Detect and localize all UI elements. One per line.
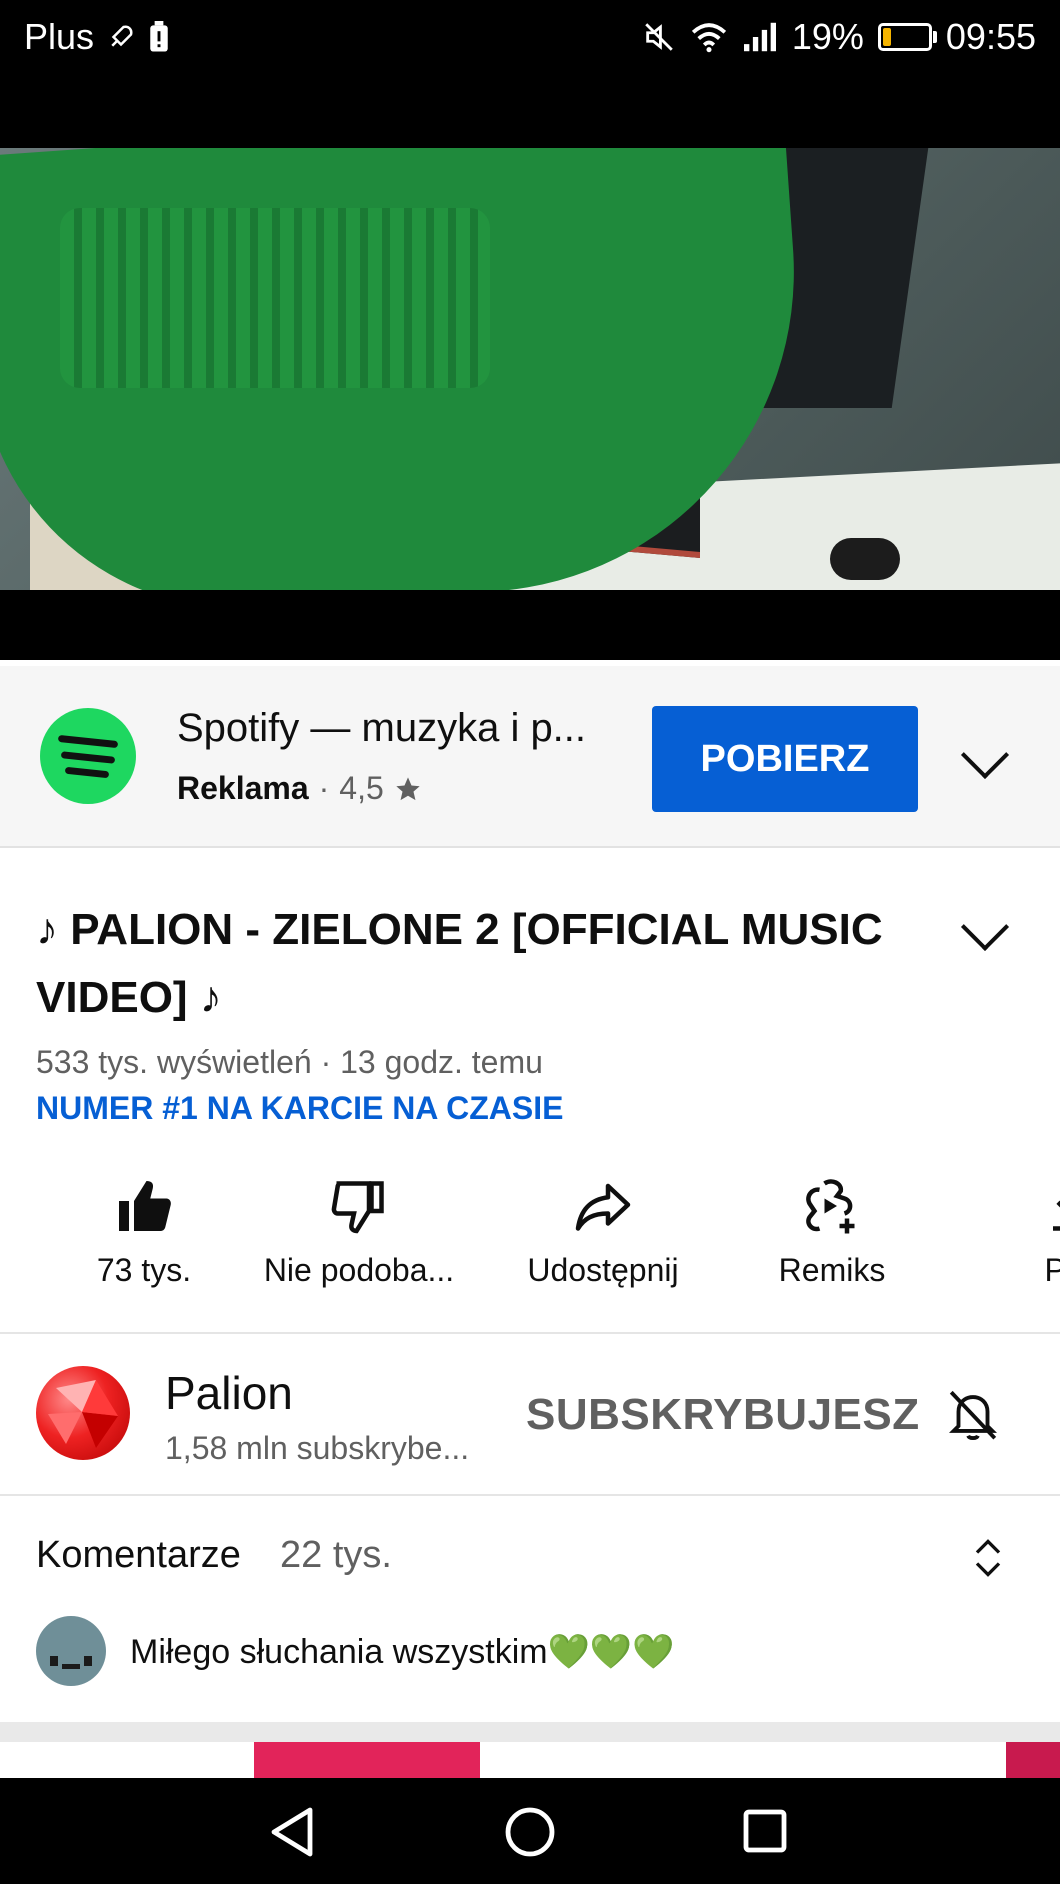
dislike-button[interactable]: Nie podoba... bbox=[244, 1176, 474, 1289]
home-circle-icon bbox=[505, 1807, 555, 1857]
next-video-thumbnail[interactable] bbox=[254, 1742, 480, 1778]
next-video-strip[interactable] bbox=[0, 1742, 1060, 1778]
top-comment[interactable]: Miłego słuchania wszystkim💚💚💚 bbox=[130, 1632, 675, 1672]
ad-banner[interactable]: Spotify — muzyka i p... Reklama · 4,5 PO… bbox=[0, 666, 1060, 848]
download-button[interactable]: Pob bbox=[958, 1176, 1060, 1289]
trending-link[interactable]: NUMER #1 NA KARCIE NA CZASIE bbox=[36, 1090, 563, 1127]
ad-expand-button[interactable] bbox=[960, 730, 1010, 780]
download-icon bbox=[1053, 1200, 1060, 1231]
comments-expand-button[interactable] bbox=[970, 1536, 1006, 1585]
channel-logo-icon bbox=[48, 1380, 118, 1448]
battery-fill bbox=[882, 28, 891, 46]
channel-avatar[interactable] bbox=[36, 1366, 130, 1460]
ad-rating: 4,5 bbox=[339, 770, 384, 806]
system-nav-bar bbox=[0, 1778, 1060, 1884]
commenter-avatar[interactable] bbox=[36, 1616, 106, 1686]
description-expand-button[interactable] bbox=[960, 902, 1010, 952]
remix-label: Remiks bbox=[778, 1252, 886, 1288]
bell-off-icon bbox=[948, 1390, 998, 1441]
star-icon bbox=[396, 776, 420, 800]
like-count: 73 tys. bbox=[96, 1252, 192, 1288]
clock: 09:55 bbox=[945, 16, 1036, 57]
video-title[interactable]: ♪ PALION - ZIELONE 2 [OFFICIAL MUSIC VID… bbox=[36, 896, 916, 1032]
battery-icon bbox=[877, 23, 937, 51]
video-scene-mouse bbox=[830, 538, 900, 580]
dislike-label: Nie podoba... bbox=[263, 1252, 455, 1288]
share-button[interactable]: Udostępnij bbox=[488, 1176, 718, 1289]
wifi-icon bbox=[691, 23, 726, 53]
rocket-icon bbox=[111, 25, 133, 47]
divider bbox=[0, 1332, 1060, 1334]
ad-separator: · bbox=[318, 770, 330, 806]
battery-saver-icon bbox=[150, 21, 168, 52]
ad-subline: Reklama · 4,5 bbox=[177, 770, 422, 807]
like-button[interactable]: 73 tys. bbox=[29, 1176, 259, 1289]
video-player[interactable] bbox=[0, 148, 1060, 660]
chevron-down-icon bbox=[960, 902, 1010, 952]
comments-count: 22 tys. bbox=[280, 1534, 392, 1576]
channel-name[interactable]: Palion bbox=[165, 1366, 293, 1420]
spotify-logo-icon bbox=[40, 708, 136, 804]
back-triangle-icon bbox=[271, 1807, 313, 1857]
comments-heading[interactable]: Komentarze bbox=[36, 1534, 241, 1577]
battery-percent: 19% bbox=[791, 16, 864, 57]
recents-button[interactable] bbox=[742, 1808, 788, 1859]
status-bar-left: Plus bbox=[24, 16, 170, 58]
share-icon bbox=[575, 1183, 631, 1231]
status-bar-right: 19% 09:55 bbox=[642, 16, 1036, 58]
section-gap bbox=[0, 1722, 1060, 1742]
install-button[interactable]: POBIERZ bbox=[652, 706, 918, 812]
subscribed-button[interactable]: SUBSKRYBUJESZ bbox=[526, 1390, 920, 1440]
video-scene-sweater-rib bbox=[60, 208, 490, 388]
channel-subscribers: 1,58 mln subskrybe... bbox=[165, 1430, 470, 1466]
ad-label: Reklama bbox=[177, 770, 309, 806]
carrier-label: Plus bbox=[24, 16, 95, 57]
thumbs-up-filled-icon bbox=[119, 1181, 171, 1231]
recents-square-icon bbox=[743, 1809, 787, 1853]
remix-icon bbox=[806, 1179, 855, 1234]
divider bbox=[0, 1494, 1060, 1496]
home-button[interactable] bbox=[504, 1806, 556, 1863]
thumbs-down-icon bbox=[331, 1181, 384, 1234]
share-label: Udostępnij bbox=[527, 1252, 679, 1288]
commenter-avatar-icon bbox=[50, 1656, 92, 1669]
unfold-icon bbox=[975, 1539, 1001, 1577]
back-button[interactable] bbox=[268, 1806, 318, 1863]
next-video-thumbnail[interactable] bbox=[1006, 1742, 1060, 1778]
signal-icon bbox=[743, 22, 776, 52]
ad-app-name[interactable]: Spotify — muzyka i p... bbox=[177, 706, 586, 751]
remix-button[interactable]: Remiks bbox=[717, 1176, 947, 1289]
mute-icon bbox=[645, 23, 673, 51]
download-label: Pob bbox=[1044, 1252, 1060, 1288]
status-bar: Plus 19% 09:55 bbox=[0, 0, 1060, 148]
chevron-down-icon bbox=[960, 730, 1010, 780]
video-frame bbox=[0, 148, 1060, 590]
notifications-button[interactable] bbox=[944, 1384, 1002, 1449]
video-meta[interactable]: 533 tys. wyświetleń · 13 godz. temu bbox=[36, 1044, 543, 1081]
